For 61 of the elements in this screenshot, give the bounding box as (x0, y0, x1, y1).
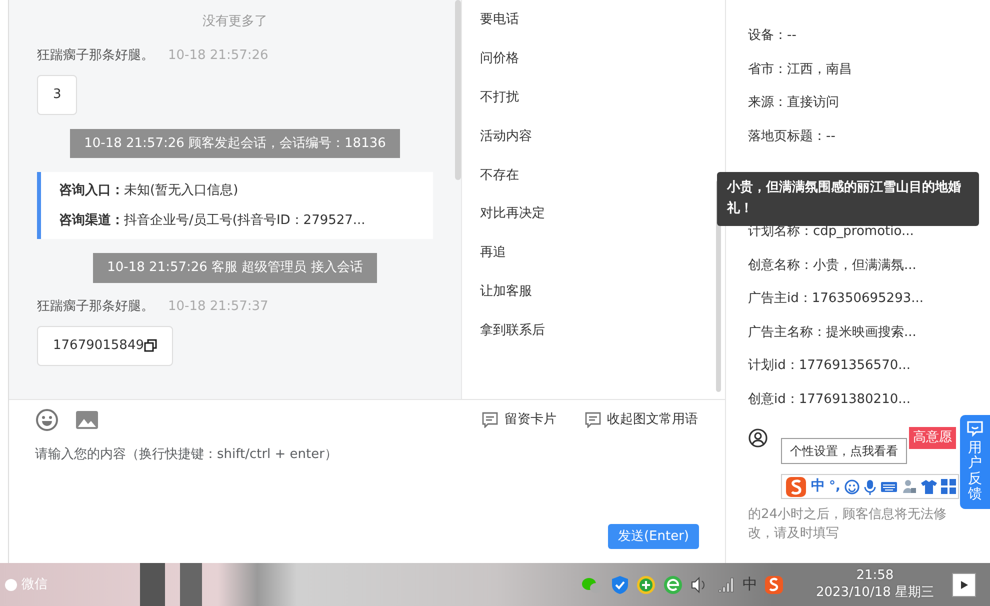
quick-phrase-item[interactable]: 不存在 (480, 166, 707, 186)
info-field: 来源：直接访问 (748, 93, 968, 112)
clock[interactable]: 21:58 2023/10/18 星期三 (816, 568, 934, 602)
info-field: 落地页标题：-- (748, 126, 968, 146)
card-action-link[interactable]: 收起图文常用语 (584, 409, 699, 431)
smiley-icon[interactable] (35, 408, 59, 432)
keyboard-icon[interactable] (880, 480, 898, 494)
no-more-text: 没有更多了 (202, 13, 268, 31)
sender-name: 狂踹瘸子那条好腿。 (37, 298, 154, 314)
card-action-link[interactable]: 留资卡片 (481, 409, 558, 431)
info-line: 咨询入口：未知(暂无入口信息) (59, 182, 240, 200)
info-field: 创意id：177691380210... (748, 390, 968, 409)
shield-icon[interactable] (610, 574, 630, 594)
intent-tag: 高意愿 (909, 427, 956, 448)
quick-phrase-item[interactable]: 拿到联系后 (480, 321, 707, 341)
play-icon (959, 580, 969, 590)
timestamp: 10-18 21:57:26 (168, 48, 268, 62)
quick-phrase-item[interactable]: 要电话 (480, 10, 707, 30)
person-lock-icon[interactable] (902, 479, 918, 494)
grid-icon[interactable] (941, 479, 956, 494)
show-desktop-button[interactable] (952, 572, 976, 596)
browser-icon[interactable] (662, 574, 683, 594)
info-field: 广告主id：176350695293... (748, 289, 968, 308)
timestamp: 10-18 21:57:37 (168, 298, 268, 314)
info-field: 计划id：177691356570... (748, 356, 968, 376)
feedback-tab[interactable]: 用户反馈 (960, 415, 990, 509)
system-notice: 10-18 21:57:26 客服 超级管理员 接入会话 (93, 253, 377, 282)
signal-icon[interactable] (716, 574, 736, 594)
quick-phrase-item[interactable]: 让加客服 (480, 282, 707, 302)
message-icon (482, 412, 498, 428)
quick-phrase-item[interactable]: 活动内容 (480, 126, 707, 146)
logo-icon[interactable] (764, 574, 784, 594)
info-line: 咨询渠道：抖音企业号/员工号(抖音号ID：279527... (59, 212, 366, 230)
punctuation-toggle[interactable]: °, (829, 476, 840, 496)
tooltip: 个性设置，点我看看 (781, 438, 907, 464)
tooltip: 小贵，但满满氛围感的丽江雪山目的地婚礼！ (717, 172, 979, 226)
message-icon (967, 421, 983, 437)
info-field: 创意名称：小贵，但满满氛... (748, 256, 968, 275)
quick-phrase-item[interactable]: 再追 (480, 243, 707, 263)
info-field: 广告主名称：提米映画搜索... (748, 322, 968, 342)
system-notice: 10-18 21:57:26 顾客发起会话，会话编号：18136 (70, 128, 400, 158)
smiley-icon[interactable] (844, 478, 860, 494)
message-bubble: 17679015849 (37, 326, 173, 366)
message-icon (584, 412, 600, 428)
quick-phrase-item[interactable]: 对比再决定 (480, 204, 707, 224)
shirt-icon[interactable] (921, 479, 938, 494)
logo-icon[interactable] (785, 476, 807, 498)
plus-circle-icon[interactable] (636, 574, 656, 594)
sender-name: 狂踹瘸子那条好腿。 (37, 48, 154, 62)
copy-icon[interactable] (144, 339, 157, 352)
ime-mode-toggle[interactable]: 中 (811, 476, 825, 497)
quick-phrase-item[interactable]: 不打扰 (480, 88, 707, 108)
user-circle-icon (748, 428, 768, 448)
notice-text: 的24小时之后，顾客信息将无法修改，请及时填写 (748, 506, 948, 543)
info-field: 设备：-- (748, 26, 968, 46)
info-field: 省市：江西，南昌 (748, 60, 968, 79)
scrollbar[interactable] (455, 0, 461, 180)
quick-phrase-item[interactable]: 问价格 (480, 48, 707, 68)
image-icon[interactable] (75, 409, 99, 431)
message-bubble: 3 (37, 75, 78, 114)
microphone-icon[interactable] (864, 478, 876, 494)
